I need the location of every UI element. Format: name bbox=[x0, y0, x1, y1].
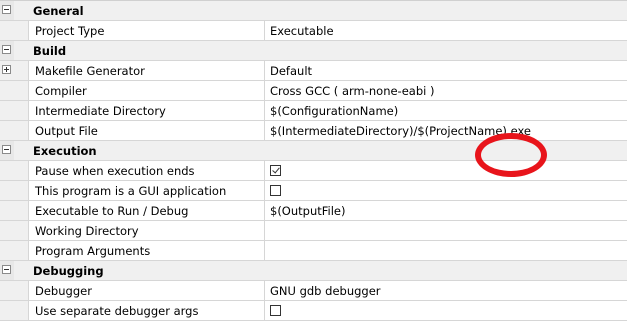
category-debugging[interactable]: Debugging bbox=[0, 261, 627, 281]
category-label: General bbox=[33, 4, 84, 18]
property-value[interactable] bbox=[265, 241, 627, 260]
property-value[interactable]: GNU gdb debugger bbox=[265, 281, 627, 300]
collapse-icon[interactable] bbox=[0, 261, 14, 280]
category-label: Execution bbox=[33, 144, 97, 158]
category-general[interactable]: General bbox=[0, 1, 627, 21]
property-name: Use separate debugger args bbox=[28, 301, 265, 320]
property-name: Executable to Run / Debug bbox=[28, 201, 265, 220]
property-value[interactable]: $(OutputFile) bbox=[265, 201, 627, 220]
property-value[interactable] bbox=[265, 221, 627, 240]
property-row-project-type[interactable]: Project Type Executable bbox=[0, 21, 627, 41]
property-name: Program Arguments bbox=[28, 241, 265, 260]
property-value[interactable]: Cross GCC ( arm-none-eabi ) bbox=[265, 81, 627, 100]
checkbox[interactable] bbox=[270, 185, 281, 196]
checkbox[interactable] bbox=[270, 165, 281, 176]
property-row-executable-to-run[interactable]: Executable to Run / Debug $(OutputFile) bbox=[0, 201, 627, 221]
property-row-compiler[interactable]: Compiler Cross GCC ( arm-none-eabi ) bbox=[0, 81, 627, 101]
property-row-makefile-generator[interactable]: Makefile Generator Default bbox=[0, 61, 627, 81]
expand-icon[interactable] bbox=[2, 65, 11, 74]
red-circle-annotation bbox=[475, 133, 547, 177]
property-row-separate-debugger-args[interactable]: Use separate debugger args bbox=[0, 301, 627, 321]
property-value[interactable]: Executable bbox=[265, 21, 627, 40]
property-row-debugger[interactable]: Debugger GNU gdb debugger bbox=[0, 281, 627, 301]
property-name: Pause when execution ends bbox=[28, 161, 265, 180]
property-row-intermediate-directory[interactable]: Intermediate Directory $(ConfigurationNa… bbox=[0, 101, 627, 121]
property-name: Makefile Generator bbox=[28, 61, 265, 80]
checkbox[interactable] bbox=[270, 305, 281, 316]
property-value[interactable]: $(IntermediateDirectory)/$(ProjectName).… bbox=[265, 121, 627, 140]
category-build[interactable]: Build bbox=[0, 41, 627, 61]
property-name: Working Directory bbox=[28, 221, 265, 240]
property-row-gui-application[interactable]: This program is a GUI application bbox=[0, 181, 627, 201]
property-name: Intermediate Directory bbox=[28, 101, 265, 120]
category-label: Debugging bbox=[33, 264, 104, 278]
collapse-icon[interactable] bbox=[0, 141, 14, 160]
collapse-icon[interactable] bbox=[0, 41, 14, 60]
property-name: Project Type bbox=[28, 21, 265, 40]
property-value[interactable]: Default bbox=[265, 61, 627, 80]
collapse-icon[interactable] bbox=[0, 1, 14, 20]
property-value[interactable]: $(ConfigurationName) bbox=[265, 101, 627, 120]
property-name: Output File bbox=[28, 121, 265, 140]
property-row-program-arguments[interactable]: Program Arguments bbox=[0, 241, 627, 261]
property-name: This program is a GUI application bbox=[28, 181, 265, 200]
property-row-working-directory[interactable]: Working Directory bbox=[0, 221, 627, 241]
property-name: Debugger bbox=[28, 281, 265, 300]
category-label: Build bbox=[33, 44, 67, 58]
property-name: Compiler bbox=[28, 81, 265, 100]
